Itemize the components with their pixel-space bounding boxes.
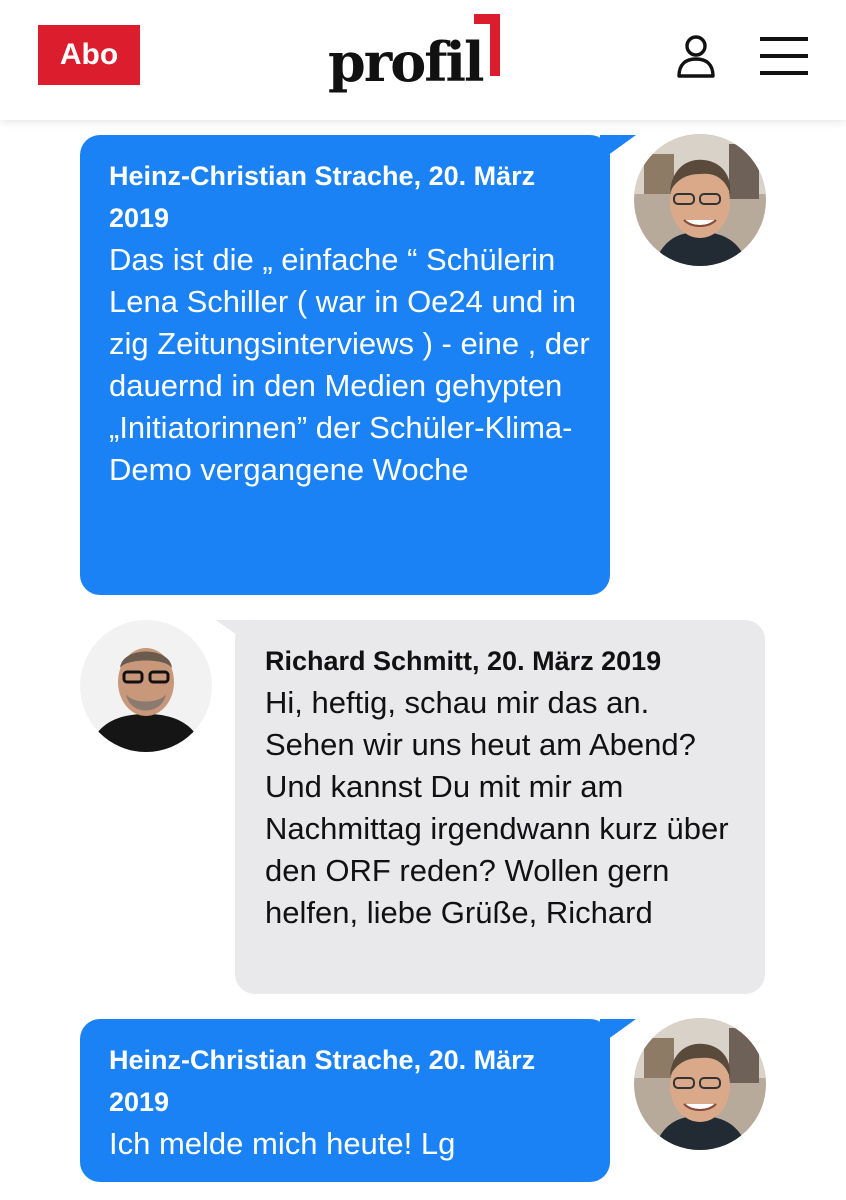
message-sender: Richard Schmitt, 20. März 2019 — [265, 646, 662, 676]
message-text: Hi, heftig, schau mir das an. Sehen wir … — [265, 685, 729, 930]
message-text: Ich melde mich heute! Lg — [109, 1126, 456, 1161]
message-bubble-schmitt: Richard Schmitt, 20. März 2019 Hi, hefti… — [235, 620, 765, 994]
avatar-strache — [634, 1018, 766, 1150]
message-sender: Heinz-Christian Strache, 20. März 2019 — [109, 161, 536, 233]
logo-corner-mark — [474, 14, 500, 76]
hamburger-menu-icon[interactable] — [760, 34, 808, 78]
site-header: Abo profil — [0, 0, 846, 120]
profil-logo[interactable]: profil — [328, 14, 504, 98]
bubble-tail — [600, 1019, 636, 1045]
bubble-tail — [600, 135, 636, 161]
logo-text: profil — [328, 30, 484, 94]
message-bubble-strache-1: Heinz-Christian Strache, 20. März 2019 D… — [80, 135, 610, 595]
user-icon[interactable] — [672, 34, 720, 78]
abo-button[interactable]: Abo — [38, 25, 140, 85]
avatar-strache — [634, 134, 766, 266]
message-bubble-strache-2: Heinz-Christian Strache, 20. März 2019 I… — [80, 1019, 610, 1182]
avatar-schmitt — [80, 620, 212, 752]
message-sender: Heinz-Christian Strache, 20. März 2019 — [109, 1045, 536, 1117]
message-text: Das ist die „ einfache “ Schülerin Lena … — [109, 242, 590, 487]
